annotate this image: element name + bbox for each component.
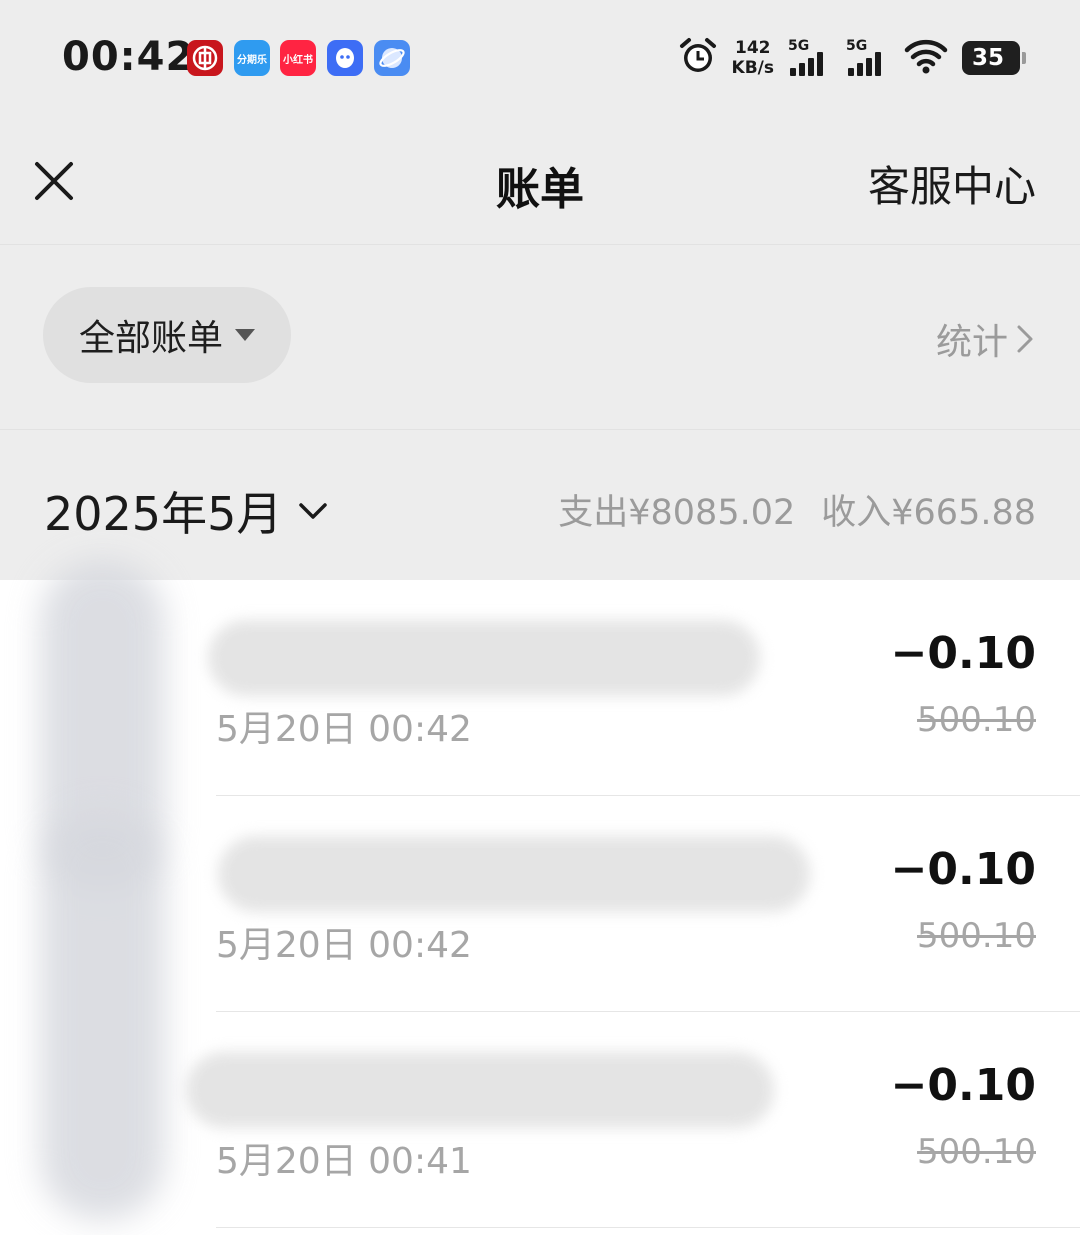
statistics-link[interactable]: 统计 [936, 313, 1036, 365]
transaction-list: 5月20日 00:42 −0.10 500.10 5月20日 00:42 −0.… [0, 560, 1080, 1235]
status-bar: 00:42 分期乐 小红书 142 KB/s 5G 5G 35 [0, 0, 1080, 115]
month-income: 收入¥665.88 [821, 493, 1036, 533]
transaction-time: 5月20日 00:41 [216, 1141, 472, 1182]
fenqile-app-label: 分期乐 [237, 54, 267, 66]
month-label: 2025年5月 [44, 487, 283, 541]
transaction-row[interactable]: 5月20日 00:42 −0.10 500.10 [0, 796, 1080, 1012]
nav-bar: 账单 客服中心 [0, 115, 1080, 245]
customer-service-link[interactable]: 客服中心 [868, 153, 1036, 214]
status-time: 00:42 [62, 34, 195, 80]
original-amount: 500.10 [917, 700, 1036, 740]
month-expense: 支出¥8085.02 [558, 493, 796, 533]
transaction-row[interactable]: 5月20日 00:42 −0.10 500.10 [0, 580, 1080, 796]
network-speed: 142 KB/s [732, 38, 774, 78]
fenqile-app-icon: 分期乐 [234, 40, 270, 76]
wifi-icon [904, 37, 948, 79]
transaction-row[interactable]: 5月20日 00:41 −0.10 500.10 [0, 1012, 1080, 1228]
transaction-amount: −0.10 [890, 1060, 1036, 1111]
redacted-merchant-name [218, 836, 810, 912]
chevron-down-icon [299, 503, 328, 519]
transaction-amount: −0.10 [890, 628, 1036, 679]
network-speed-value: 142 [735, 38, 771, 58]
row-divider [216, 1227, 1080, 1228]
original-amount: 500.10 [917, 1132, 1036, 1172]
transaction-time: 5月20日 00:42 [216, 925, 472, 966]
signal-5g-1-icon: 5G [788, 38, 832, 78]
original-amount: 500.10 [917, 916, 1036, 956]
battery-level: 35 [972, 45, 1005, 71]
month-summary: 支出¥8085.02 收入¥665.88 [558, 484, 1036, 535]
bill-type-label: 全部账单 [78, 318, 223, 359]
status-indicators: 142 KB/s 5G 5G 35 [678, 36, 1026, 80]
icbc-app-icon [187, 40, 223, 76]
network-speed-unit: KB/s [731, 58, 774, 78]
bill-type-dropdown[interactable]: 全部账单 [43, 287, 291, 383]
redacted-merchant-name [208, 620, 760, 696]
month-selector[interactable]: 2025年5月 [44, 478, 328, 544]
xiaohongshu-app-icon: 小红书 [280, 40, 316, 76]
statistics-label: 统计 [935, 322, 1008, 363]
chevron-right-icon [1017, 325, 1033, 353]
caret-down-icon [235, 329, 255, 341]
xiaohongshu-app-label: 小红书 [283, 54, 313, 66]
filter-bar: 全部账单 统计 [0, 245, 1080, 430]
signal-5g-2-icon: 5G [846, 38, 890, 78]
qq-app-icon [327, 40, 363, 76]
redacted-merchant-name [186, 1052, 774, 1128]
transaction-amount: −0.10 [890, 844, 1036, 895]
alarm-icon [678, 36, 718, 80]
battery-icon: 35 [962, 41, 1026, 75]
browser-app-icon [374, 40, 410, 76]
transaction-time: 5月20日 00:42 [216, 709, 472, 750]
month-header: 2025年5月 支出¥8085.02 收入¥665.88 [0, 430, 1080, 580]
